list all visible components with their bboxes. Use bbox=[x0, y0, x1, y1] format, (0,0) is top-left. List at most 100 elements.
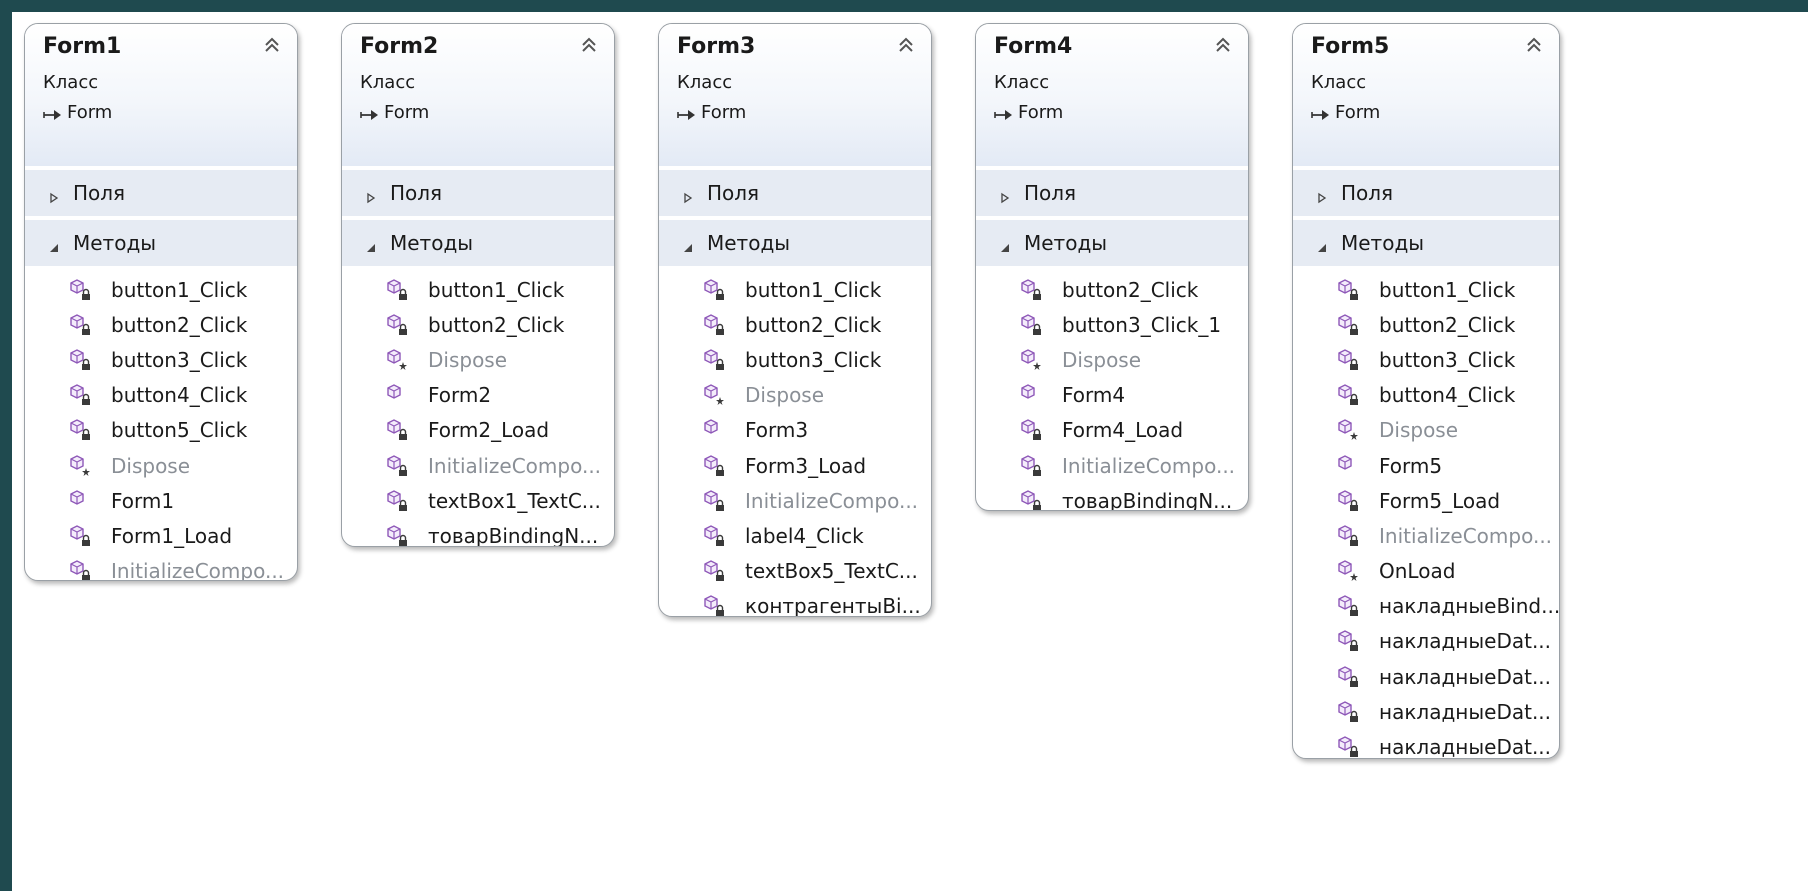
methods-list: button1_Click button2_Click button3_Click b… bbox=[25, 266, 297, 580]
method-item[interactable]: button3_Click bbox=[25, 342, 297, 377]
method-cube-icon bbox=[1018, 417, 1048, 443]
method-item[interactable]: Form4 bbox=[976, 378, 1248, 413]
method-item[interactable]: Form4_Load bbox=[976, 413, 1248, 448]
method-item[interactable]: button5_Click bbox=[25, 413, 297, 448]
method-name: InitializeCompo... bbox=[745, 488, 919, 513]
method-item[interactable]: товарBindingN... bbox=[976, 483, 1248, 510]
method-item[interactable]: накладныеDat... bbox=[1293, 729, 1559, 758]
method-item[interactable]: button1_Click bbox=[1293, 272, 1559, 307]
class-card-form3[interactable]: Form3 Класс Form Поля Методы button1_Cli… bbox=[658, 23, 932, 617]
method-cube-icon bbox=[701, 453, 731, 479]
method-item[interactable]: button3_Click bbox=[659, 342, 931, 377]
class-name: Form5 bbox=[1311, 34, 1390, 59]
method-item[interactable]: Dispose bbox=[976, 342, 1248, 377]
method-item[interactable]: Form3 bbox=[659, 413, 931, 448]
base-class-name: Form bbox=[384, 102, 430, 123]
method-item[interactable]: InitializeCompo... bbox=[659, 483, 931, 518]
method-item[interactable]: label4_Click bbox=[659, 518, 931, 553]
method-item[interactable]: Dispose bbox=[342, 342, 614, 377]
method-name: Form3 bbox=[745, 418, 809, 443]
method-item[interactable]: накладныеDat... bbox=[1293, 624, 1559, 659]
method-item[interactable]: button2_Click bbox=[976, 272, 1248, 307]
method-item[interactable]: накладныеDat... bbox=[1293, 659, 1559, 694]
method-item[interactable]: button2_Click bbox=[659, 307, 931, 342]
methods-label: Методы bbox=[1341, 231, 1425, 255]
fields-section-toggle[interactable]: Поля bbox=[342, 170, 614, 216]
inheritance-arrow-icon bbox=[360, 106, 380, 120]
method-item[interactable]: контрагентыBi... bbox=[659, 589, 931, 616]
method-item[interactable]: button1_Click bbox=[25, 272, 297, 307]
fields-section-toggle[interactable]: Поля bbox=[976, 170, 1248, 216]
method-cube-icon bbox=[67, 453, 97, 479]
method-item[interactable]: button4_Click bbox=[25, 378, 297, 413]
method-name: button1_Click bbox=[111, 277, 248, 302]
method-name: button3_Click bbox=[745, 347, 882, 372]
method-name: Form3_Load bbox=[745, 453, 867, 478]
methods-section-toggle[interactable]: Методы bbox=[659, 220, 931, 266]
class-card-form1[interactable]: Form1 Класс Form Поля Методы button1_Cli… bbox=[24, 23, 298, 581]
method-item[interactable]: Dispose bbox=[659, 378, 931, 413]
collapse-chevron-icon[interactable] bbox=[261, 34, 283, 56]
method-item[interactable]: Dispose bbox=[25, 448, 297, 483]
base-class: Form bbox=[43, 102, 112, 123]
method-item[interactable]: товарBindingN... bbox=[342, 518, 614, 547]
methods-section-toggle[interactable]: Методы bbox=[25, 220, 297, 266]
collapse-chevron-icon[interactable] bbox=[895, 34, 917, 56]
method-name: товарBindingN... bbox=[428, 523, 599, 547]
method-cube-icon bbox=[67, 347, 97, 373]
method-item[interactable]: OnLoad bbox=[1293, 554, 1559, 589]
methods-section-toggle[interactable]: Методы bbox=[342, 220, 614, 266]
method-item[interactable]: InitializeCompo... bbox=[1293, 518, 1559, 553]
class-card-form2[interactable]: Form2 Класс Form Поля Методы button1_Cli… bbox=[341, 23, 615, 547]
fields-section-toggle[interactable]: Поля bbox=[659, 170, 931, 216]
method-item[interactable]: button3_Click_1 bbox=[976, 307, 1248, 342]
method-cube-icon bbox=[1335, 734, 1365, 758]
method-item[interactable]: textBox1_TextC... bbox=[342, 483, 614, 518]
method-item[interactable]: button1_Click bbox=[659, 272, 931, 307]
method-cube-icon bbox=[1018, 277, 1048, 303]
method-item[interactable]: Form2_Load bbox=[342, 413, 614, 448]
method-name: textBox1_TextC... bbox=[428, 488, 601, 513]
methods-list: button2_Click button3_Click_1 Dispose Form4… bbox=[976, 266, 1248, 510]
method-item[interactable]: button2_Click bbox=[342, 307, 614, 342]
method-name: OnLoad bbox=[1379, 559, 1456, 584]
method-item[interactable]: InitializeCompo... bbox=[25, 554, 297, 580]
collapse-chevron-icon[interactable] bbox=[1212, 34, 1234, 56]
method-item[interactable]: Form3_Load bbox=[659, 448, 931, 483]
class-card-form5[interactable]: Form5 Класс Form Поля Методы button1_Cli… bbox=[1292, 23, 1560, 759]
fields-section-toggle[interactable]: Поля bbox=[1293, 170, 1559, 216]
fields-label: Поля bbox=[707, 181, 760, 205]
inheritance-arrow-icon bbox=[677, 106, 697, 120]
method-item[interactable]: Form2 bbox=[342, 378, 614, 413]
fields-section-toggle[interactable]: Поля bbox=[25, 170, 297, 216]
method-item[interactable]: InitializeCompo... bbox=[342, 448, 614, 483]
method-item[interactable]: button3_Click bbox=[1293, 342, 1559, 377]
collapse-chevron-icon[interactable] bbox=[1523, 34, 1545, 56]
collapse-chevron-icon[interactable] bbox=[578, 34, 600, 56]
method-item[interactable]: button1_Click bbox=[342, 272, 614, 307]
method-name: Form1_Load bbox=[111, 523, 233, 548]
method-name: button4_Click bbox=[1379, 383, 1516, 408]
methods-section-toggle[interactable]: Методы bbox=[976, 220, 1248, 266]
method-item[interactable]: InitializeCompo... bbox=[976, 448, 1248, 483]
class-name: Form3 bbox=[677, 34, 756, 59]
method-item[interactable]: button2_Click bbox=[25, 307, 297, 342]
methods-section-toggle[interactable]: Методы bbox=[1293, 220, 1559, 266]
method-item[interactable]: накладныеBind... bbox=[1293, 589, 1559, 624]
method-item[interactable]: button2_Click bbox=[1293, 307, 1559, 342]
method-name: Form4_Load bbox=[1062, 418, 1184, 443]
class-diagram-canvas: Form1 Класс Form Поля Методы button1_Cli… bbox=[12, 12, 1808, 891]
method-item[interactable]: Form5 bbox=[1293, 448, 1559, 483]
method-cube-icon bbox=[384, 347, 414, 373]
method-item[interactable]: Dispose bbox=[1293, 413, 1559, 448]
method-item[interactable]: button4_Click bbox=[1293, 378, 1559, 413]
base-class: Form bbox=[677, 102, 746, 123]
method-item[interactable]: Form1 bbox=[25, 483, 297, 518]
method-item[interactable]: накладныеDat... bbox=[1293, 694, 1559, 729]
class-kind: Класс bbox=[43, 72, 99, 93]
method-cube-icon bbox=[1335, 593, 1365, 619]
class-card-form4[interactable]: Form4 Класс Form Поля Методы button2_Cli… bbox=[975, 23, 1249, 511]
method-item[interactable]: textBox5_TextC... bbox=[659, 554, 931, 589]
method-item[interactable]: Form1_Load bbox=[25, 518, 297, 553]
method-item[interactable]: Form5_Load bbox=[1293, 483, 1559, 518]
